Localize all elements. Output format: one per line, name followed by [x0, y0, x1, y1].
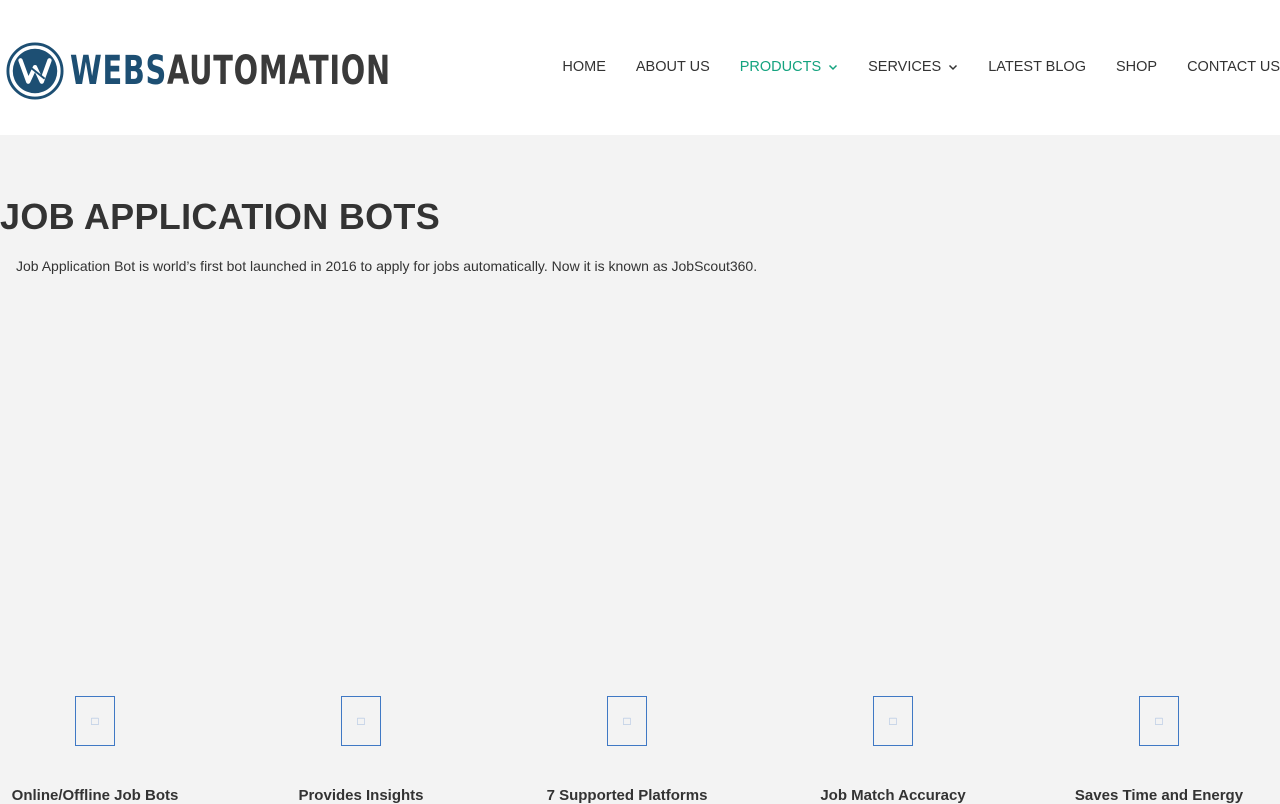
nav-item-label: LATEST BLOG: [988, 59, 1086, 75]
logo-wordmark: WEBSAUTOMATION: [70, 51, 391, 91]
feature-icon: □: [75, 696, 115, 746]
feature-label: Provides Insights: [298, 787, 424, 804]
site-logo[interactable]: WEBSAUTOMATION: [6, 41, 516, 101]
feature-platforms: □ 7 Supported Platforms: [502, 696, 752, 803]
page-title: JOB APPLICATION BOTS: [0, 196, 441, 237]
nav-item-latest-blog[interactable]: LATEST BLOG: [988, 59, 1086, 75]
nav-item-label: SHOP: [1115, 59, 1158, 75]
feature-icon: □: [873, 696, 913, 746]
feature-icon: □: [607, 696, 647, 746]
nav-item-services[interactable]: SERVICES: [868, 59, 958, 75]
nav-item-products[interactable]: PRODUCTS: [740, 59, 838, 75]
nav-item-contact-us[interactable]: CONTACT US: [1187, 59, 1280, 75]
feature-label: Saves Time and Energy: [1074, 787, 1244, 804]
feature-icon: □: [1139, 696, 1179, 746]
logo-word-websaut: WEBS: [70, 48, 168, 94]
feature-label: Job Match Accuracy: [820, 787, 966, 804]
nav-item-label: ABOUT US: [635, 59, 710, 75]
chevron-down-icon: [949, 64, 958, 71]
nav-item-label: SERVICES: [868, 59, 942, 75]
feature-icon: □: [341, 696, 381, 746]
nav-item-label: PRODUCTS: [739, 59, 822, 75]
nav-item-label: CONTACT US: [1187, 59, 1280, 75]
nav-item-about-us[interactable]: ABOUT US: [636, 59, 710, 75]
logo-word-automation: AUTOMATION: [167, 48, 391, 94]
nav-item-shop[interactable]: SHOP: [1116, 59, 1157, 75]
chevron-down-icon: [829, 64, 838, 71]
logo-mark-icon: [6, 42, 64, 100]
feature-saves-time: □ Saves Time and Energy: [1034, 696, 1280, 803]
feature-insights: □ Provides Insights: [236, 696, 486, 803]
feature-label: 7 Supported Platforms: [546, 787, 708, 804]
feature-online-offline: □ Online/Offline Job Bots: [0, 696, 220, 803]
site-header: WEBSAUTOMATION HOME ABOUT US PRODUCTS SE…: [0, 0, 1280, 135]
main-nav: HOME ABOUT US PRODUCTS SERVICES LATEST B…: [562, 56, 1280, 78]
feature-label: Online/Offline Job Bots: [11, 787, 179, 804]
feature-accuracy: □ Job Match Accuracy: [768, 696, 1018, 803]
page-description: Job Application Bot is world’s first bot…: [16, 258, 758, 274]
nav-item-home[interactable]: HOME: [562, 59, 606, 75]
nav-item-label: HOME: [562, 59, 606, 75]
